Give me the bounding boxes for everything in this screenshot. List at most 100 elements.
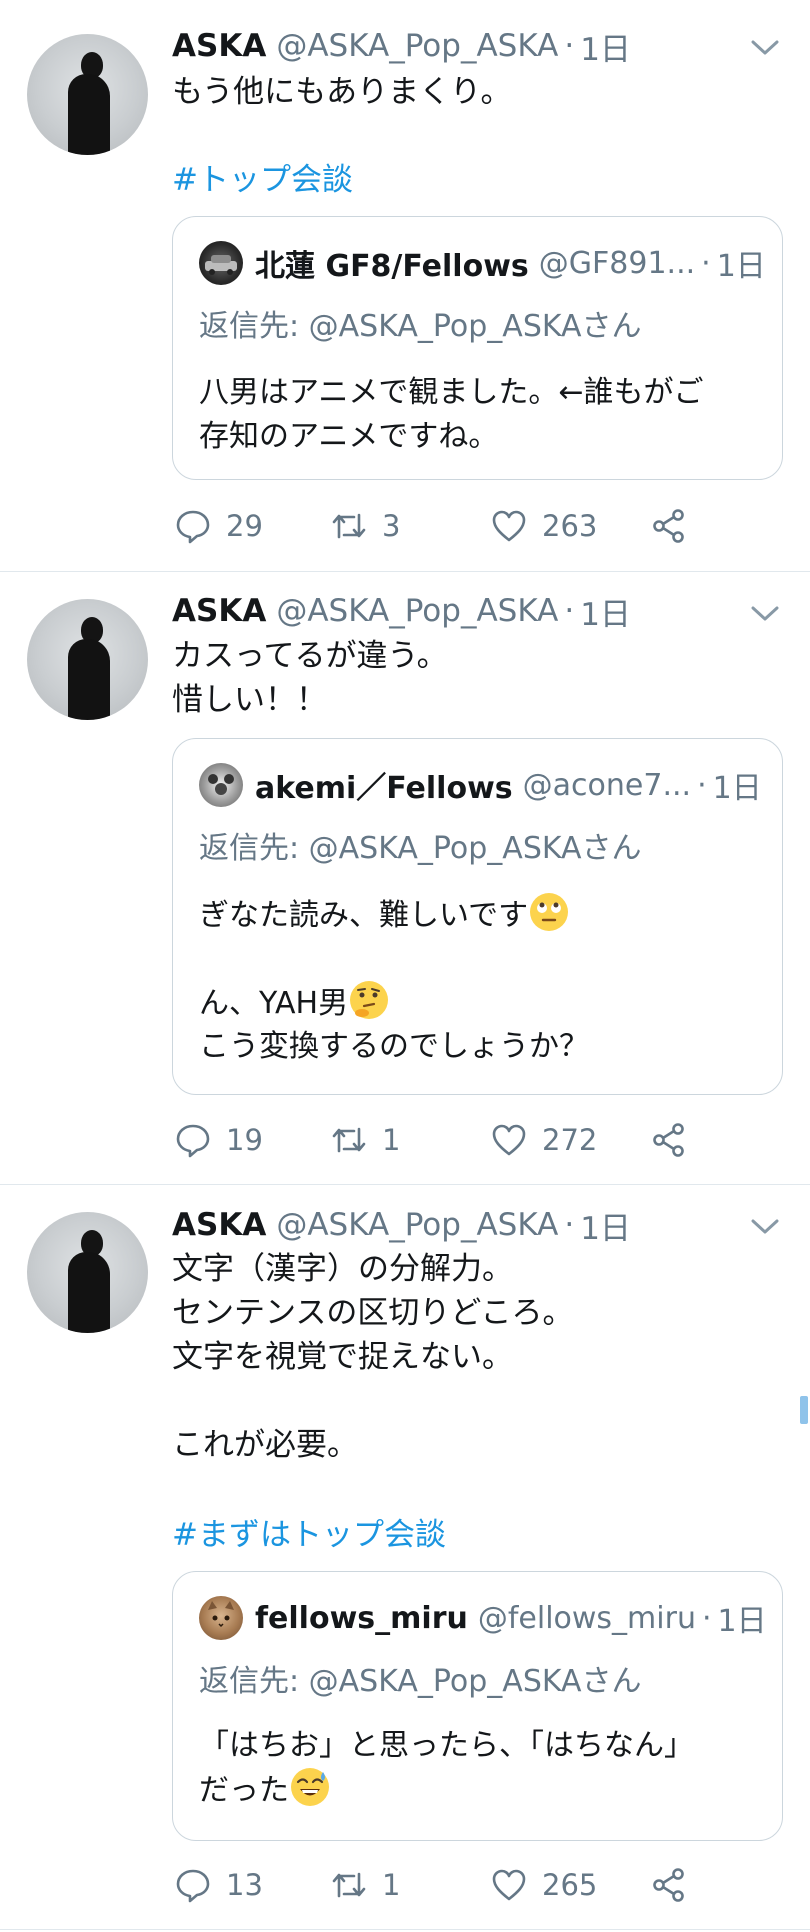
retweet-count: 1: [382, 1123, 401, 1157]
action-bar: 19 1 272: [172, 1116, 692, 1164]
author-handle[interactable]: @ASKA_Pop_ASKA: [276, 1207, 558, 1243]
reply-icon: [176, 1124, 210, 1158]
reply-to-label: 返信先: @ASKA_Pop_ASKAさん: [199, 1664, 642, 1699]
tweet[interactable]: ASKA @ASKA_Pop_ASKA · 1日 もう他にもありまくり。 #トッ…: [0, 0, 810, 572]
like-button[interactable]: 265: [490, 1861, 597, 1909]
action-bar: 29 3 263: [172, 502, 692, 550]
quoted-tweet[interactable]: fellows_miru @fellows_miru · 1日 返信先: @AS…: [172, 1571, 783, 1841]
share-button[interactable]: [650, 502, 702, 550]
retweet-icon: [332, 1127, 366, 1153]
share-icon: [653, 1868, 684, 1902]
thinking-emoji: [350, 981, 389, 1019]
car-image: [205, 255, 237, 275]
tweet-text: カスってるが違う。 惜しい！！: [172, 638, 448, 718]
reply-count: 29: [226, 509, 263, 543]
quoted-author-name: 北蓮 GF8/Fellows: [255, 249, 529, 284]
sweat-smile-emoji: [291, 1768, 329, 1806]
like-icon: [492, 1869, 526, 1901]
timestamp[interactable]: 1日: [580, 589, 631, 634]
like-count: 263: [542, 509, 598, 543]
hashtag-link[interactable]: #トップ会談: [172, 158, 353, 202]
quoted-timestamp: 1日: [717, 1604, 767, 1639]
tweet-header: ASKA @ASKA_Pop_ASKA · 1日: [172, 589, 631, 634]
hashtag-link[interactable]: #まずはトップ会談: [172, 1513, 446, 1557]
separator-dot: ·: [564, 28, 575, 64]
reply-count: 19: [226, 1123, 263, 1157]
group-photo-image: [208, 774, 234, 795]
author-name[interactable]: ASKA: [172, 1207, 266, 1243]
avatar-figure-body: [68, 1252, 110, 1333]
share-button[interactable]: [650, 1116, 702, 1164]
like-button[interactable]: 272: [490, 1116, 597, 1164]
quoted-author-name: fellows_miru: [255, 1600, 468, 1636]
author-avatar[interactable]: [27, 599, 148, 720]
reply-icon: [176, 1869, 210, 1903]
like-button[interactable]: 263: [490, 502, 597, 550]
retweet-icon: [332, 1872, 366, 1898]
avatar-figure-body: [68, 74, 110, 155]
retweet-button[interactable]: 1: [330, 1861, 400, 1909]
separator-dot: ·: [564, 593, 575, 629]
rolling-eyes-emoji: [530, 893, 569, 931]
quoted-text: こう変換するのでしょうか？: [199, 1029, 589, 1064]
quoted-tweet[interactable]: 北蓮 GF8/Fellows @GF891... · 1日 返信先: @ASKA…: [172, 216, 783, 480]
quoted-author-avatar: [199, 763, 243, 807]
reply-button[interactable]: 13: [174, 1861, 263, 1909]
quoted-text: ぎなた読み、難しいです: [199, 898, 529, 933]
scrollbar-thumb[interactable]: [800, 1396, 808, 1424]
cat-image: [208, 1601, 234, 1628]
quoted-author-handle: @acone7...: [522, 767, 692, 803]
retweet-button[interactable]: 1: [330, 1116, 400, 1164]
reply-button[interactable]: 29: [174, 502, 263, 550]
separator-dot: ·: [701, 245, 711, 281]
quoted-author-name: akemi／Fellows: [255, 771, 513, 806]
separator-dot: ·: [564, 1207, 575, 1243]
author-handle[interactable]: @ASKA_Pop_ASKA: [276, 28, 558, 64]
chevron-down-icon[interactable]: [748, 30, 782, 64]
author-name[interactable]: ASKA: [172, 593, 266, 629]
quoted-text: 八男はアニメで観ました。←誰もがご 存知のアニメですね。: [199, 375, 704, 454]
retweet-count: 1: [382, 1868, 401, 1902]
retweet-icon: [332, 513, 366, 539]
reply-to-label: 返信先: @ASKA_Pop_ASKAさん: [199, 309, 642, 344]
quoted-author-handle: @GF891...: [538, 245, 696, 281]
timestamp[interactable]: 1日: [580, 1203, 631, 1248]
quoted-timestamp: 1日: [712, 771, 762, 806]
share-icon: [653, 509, 684, 543]
quoted-author-avatar: [199, 1596, 243, 1640]
quoted-text: だった: [199, 1773, 289, 1808]
tweet-text: もう他にもありまくり。: [172, 74, 512, 110]
retweet-count: 3: [382, 509, 401, 543]
share-button[interactable]: [650, 1861, 702, 1909]
separator-dot: ·: [697, 767, 707, 803]
author-name[interactable]: ASKA: [172, 28, 266, 64]
quoted-tweet[interactable]: akemi／Fellows @acone7... · 1日 返信先: @ASKA…: [172, 738, 783, 1095]
quoted-text-line: だった: [199, 1768, 329, 1813]
quoted-header: fellows_miru @fellows_miru · 1日: [255, 1596, 767, 1640]
chevron-down-icon[interactable]: [748, 596, 782, 630]
chevron-down-icon[interactable]: [748, 1209, 782, 1243]
tweet-header: ASKA @ASKA_Pop_ASKA · 1日: [172, 24, 631, 69]
quoted-author-avatar: [199, 241, 243, 285]
author-avatar[interactable]: [27, 1212, 148, 1333]
quoted-timestamp: 1日: [716, 249, 766, 284]
like-icon: [492, 1124, 526, 1156]
quoted-header: 北蓮 GF8/Fellows @GF891... · 1日: [255, 241, 766, 285]
retweet-button[interactable]: 3: [330, 502, 400, 550]
author-handle[interactable]: @ASKA_Pop_ASKA: [276, 593, 558, 629]
timestamp[interactable]: 1日: [580, 24, 631, 69]
tweet-text: 文字（漢字）の分解力。 センテンスの区切りどころ。 文字を視覚で捉えない。 これ…: [172, 1251, 574, 1463]
quoted-text-line: ぎなた読み、難しいです: [199, 893, 569, 938]
like-icon: [492, 510, 526, 542]
share-icon: [653, 1123, 684, 1157]
tweet[interactable]: ASKA @ASKA_Pop_ASKA · 1日 文字（漢字）の分解力。 センテ…: [0, 1185, 810, 1930]
tweet-header: ASKA @ASKA_Pop_ASKA · 1日: [172, 1203, 631, 1248]
author-avatar[interactable]: [27, 34, 148, 155]
quoted-text-line: ん、YAH男: [199, 981, 389, 1026]
reply-icon: [176, 510, 210, 544]
tweet[interactable]: ASKA @ASKA_Pop_ASKA · 1日 カスってるが違う。 惜しい！！…: [0, 572, 810, 1185]
reply-button[interactable]: 19: [174, 1116, 263, 1164]
separator-dot: ·: [701, 1600, 712, 1636]
quoted-text: 「はちお」と思ったら、「はちなん」: [199, 1728, 694, 1763]
action-bar: 13 1 265: [172, 1861, 692, 1909]
